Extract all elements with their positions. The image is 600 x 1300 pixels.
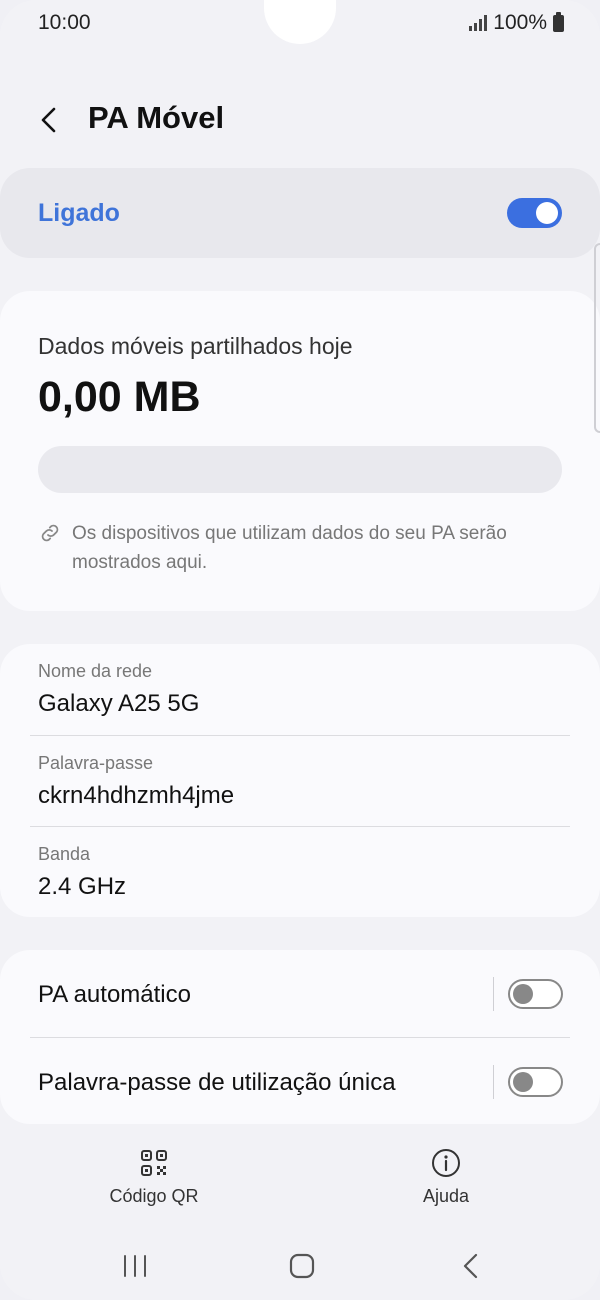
network-name-row[interactable]: Nome da rede Galaxy A25 5G xyxy=(30,644,570,736)
home-icon xyxy=(289,1253,315,1279)
battery-percent: 100% xyxy=(493,11,547,34)
battery-icon xyxy=(553,11,564,32)
network-name-value: Galaxy A25 5G xyxy=(38,690,200,717)
toggle-knob xyxy=(513,1071,533,1092)
network-info-card: Nome da rede Galaxy A25 5G Palavra-passe… xyxy=(0,644,600,917)
network-name-label: Nome da rede xyxy=(38,661,153,681)
toggle-knob xyxy=(513,983,533,1004)
data-usage-value: 0,00 MB xyxy=(38,373,201,421)
scroll-handle[interactable] xyxy=(594,243,600,433)
one-time-password-row[interactable]: Palavra-passe de utilização única xyxy=(0,1038,600,1125)
master-toggle[interactable] xyxy=(507,198,562,228)
master-switch-label: Ligado xyxy=(38,199,120,227)
auto-hotspot-label: PA automático xyxy=(38,981,191,1008)
auto-hotspot-row[interactable]: PA automático xyxy=(0,950,600,1037)
status-time: 10:00 xyxy=(38,11,91,34)
band-row[interactable]: Banda 2.4 GHz xyxy=(30,827,570,917)
camera-notch xyxy=(264,0,336,44)
qr-code-label: Código QR xyxy=(109,1186,199,1206)
data-usage-label: Dados móveis partilhados hoje xyxy=(38,333,353,359)
recent-apps-button[interactable] xyxy=(105,1248,165,1284)
page-title: PA Móvel xyxy=(88,100,225,135)
password-row[interactable]: Palavra-passe ckrn4hdhzmh4jme xyxy=(30,736,570,827)
qr-code-icon xyxy=(141,1150,167,1176)
help-button[interactable]: Ajuda xyxy=(366,1140,526,1214)
toggle-knob xyxy=(536,202,558,224)
connected-devices-hint: Os dispositivos que utilizam dados do se… xyxy=(72,523,507,573)
password-label: Palavra-passe xyxy=(38,753,154,773)
qr-code-button[interactable]: Código QR xyxy=(74,1140,234,1214)
usage-bar xyxy=(38,446,562,493)
band-label: Banda xyxy=(38,844,91,864)
back-button[interactable] xyxy=(28,98,72,142)
master-switch-row[interactable]: Ligado xyxy=(0,168,600,258)
bottom-actions: Código QR Ajuda xyxy=(0,1140,600,1220)
auto-hotspot-toggle[interactable] xyxy=(508,979,563,1009)
band-value: 2.4 GHz xyxy=(38,873,127,900)
back-arrow-icon xyxy=(41,107,56,133)
help-label: Ajuda xyxy=(422,1186,470,1206)
status-bar: 10:00 100% xyxy=(0,0,600,48)
navigation-bar xyxy=(0,1240,600,1290)
link-icon xyxy=(41,524,59,542)
home-button[interactable] xyxy=(272,1248,332,1284)
screen: 10:00 100% PA Móvel Ligado Dados móveis … xyxy=(0,0,600,1300)
options-card: PA automático Palavra-passe de utilizaçã… xyxy=(0,950,600,1124)
password-value: ckrn4hdhzmh4jme xyxy=(38,782,235,809)
recent-apps-icon xyxy=(124,1255,146,1277)
divider xyxy=(493,977,494,1011)
back-icon xyxy=(463,1253,478,1279)
nav-back-button[interactable] xyxy=(440,1248,500,1284)
one-time-password-toggle[interactable] xyxy=(508,1067,563,1097)
one-time-password-label: Palavra-passe de utilização única xyxy=(38,1069,396,1096)
app-bar: PA Móvel xyxy=(0,92,600,148)
info-icon xyxy=(432,1149,460,1177)
status-icons: 100% xyxy=(469,11,564,35)
data-usage-card: Dados móveis partilhados hoje 0,00 MB Os… xyxy=(0,291,600,611)
signal-icon xyxy=(469,15,488,31)
divider xyxy=(493,1065,494,1099)
